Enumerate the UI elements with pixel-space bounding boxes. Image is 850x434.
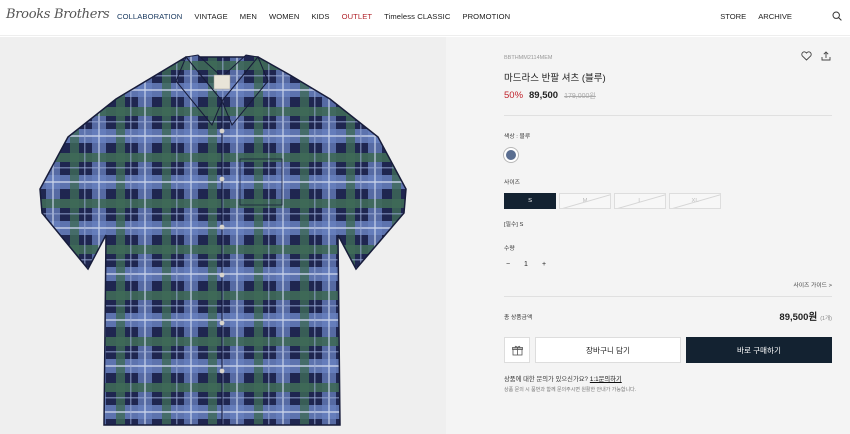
inquiry-note: 상품 문의 시 품번과 함께 문의주시면 원활한 안내가 가능합니다. <box>504 387 637 393</box>
size-option-m[interactable]: M <box>559 193 611 209</box>
product-image[interactable] <box>0 37 446 434</box>
top-header: Brooks Brothers COLLABORATION VINTAGE ME… <box>0 0 850 36</box>
inquiry-link[interactable]: 1:1문의하기 <box>590 376 622 383</box>
original-price: 179,000원 <box>564 93 596 100</box>
quantity-value[interactable]: 1 <box>522 261 530 268</box>
size-option-xl[interactable]: XL <box>669 193 721 209</box>
quantity-increase-button[interactable]: + <box>540 261 548 268</box>
inquiry-question: 상품에 대한 문의가 있으신가요? <box>504 376 589 383</box>
gift-button[interactable] <box>504 337 530 363</box>
total-count: (1개) <box>820 316 832 322</box>
product-code: BBTHMM2114MEM <box>504 55 553 61</box>
total-price: 89,500원 (1개) <box>779 309 832 323</box>
nav-item-collaboration[interactable]: COLLABORATION <box>117 12 182 21</box>
quantity-decrease-button[interactable]: − <box>504 261 512 268</box>
nav-item-timeless-classic[interactable]: Timeless CLASSIC <box>384 12 450 21</box>
utility-nav: STORE ARCHIVE <box>720 12 792 21</box>
divider <box>504 115 832 116</box>
heart-icon[interactable] <box>801 51 812 61</box>
archive-link[interactable]: ARCHIVE <box>758 12 792 21</box>
product-info-panel: BBTHMM2114MEM 마드라스 반팔 셔츠 (블루) 50% 89,500… <box>446 37 850 434</box>
nav-item-women[interactable]: WOMEN <box>269 12 299 21</box>
divider <box>504 296 832 297</box>
size-label: 사이즈 <box>504 180 520 186</box>
nav-item-kids[interactable]: KIDS <box>311 12 329 21</box>
sale-price: 89,500 <box>529 90 559 101</box>
buy-now-button[interactable]: 바로 구매하기 <box>686 337 832 363</box>
size-guide-link[interactable]: 사이즈 가이드 > <box>793 280 832 289</box>
total-amount: 89,500원 <box>779 312 818 323</box>
gift-icon <box>511 345 523 355</box>
search-icon[interactable] <box>832 11 842 21</box>
brand-logo[interactable]: Brooks Brothers <box>6 7 110 22</box>
total-label: 총 상품금액 <box>504 315 533 321</box>
color-swatch-blue[interactable] <box>504 148 518 162</box>
color-label: 색상 : 블루 <box>504 134 531 140</box>
quantity-stepper: − 1 + <box>504 261 548 268</box>
nav-item-promotion[interactable]: PROMOTION <box>462 12 510 21</box>
store-link[interactable]: STORE <box>720 12 746 21</box>
size-option-s[interactable]: S <box>504 193 556 209</box>
price-row: 50% 89,500 179,000원 <box>504 90 596 101</box>
share-icon[interactable] <box>821 51 831 61</box>
main-nav: COLLABORATION VINTAGE MEN WOMEN KIDS OUT… <box>117 12 510 21</box>
discount-rate: 50% <box>504 90 524 101</box>
inquiry-text: 상품에 대한 문의가 있으신가요? 1:1문의하기 <box>504 374 622 383</box>
nav-item-outlet[interactable]: OUTLET <box>342 12 373 21</box>
product-image-area <box>0 37 446 434</box>
add-to-cart-button[interactable]: 장바구니 담기 <box>535 337 681 363</box>
nav-item-men[interactable]: MEN <box>240 12 257 21</box>
nav-item-vintage[interactable]: VINTAGE <box>194 12 227 21</box>
product-name: 마드라스 반팔 셔츠 (블루) <box>504 73 606 84</box>
size-option-l[interactable]: L <box>614 193 666 209</box>
size-options: S M L XL <box>504 193 721 209</box>
quantity-label: 수량 <box>504 246 515 252</box>
selected-size: [필수] S <box>504 222 524 228</box>
